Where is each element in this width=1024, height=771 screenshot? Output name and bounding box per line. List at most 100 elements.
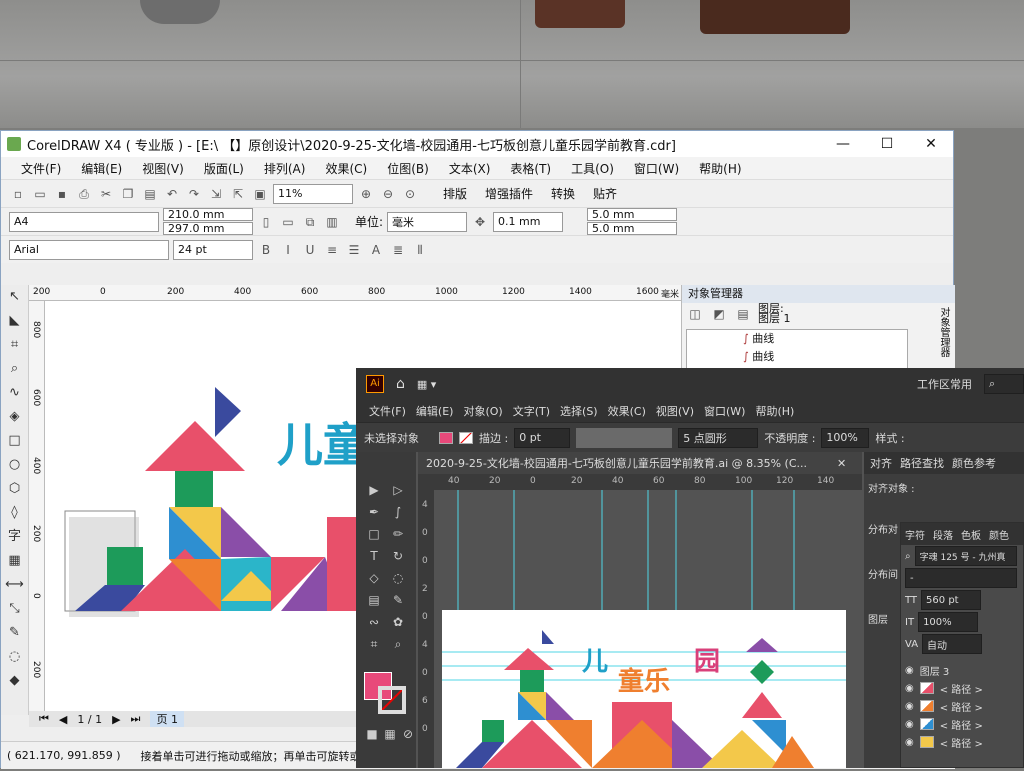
eyedropper-tool-icon[interactable]: ✎	[388, 590, 408, 610]
pick-tool-icon[interactable]: ↖	[1, 285, 28, 309]
fill-tool-icon[interactable]: ◆	[1, 669, 28, 693]
paper-size-select[interactable]: A4	[9, 211, 159, 232]
dimension-tool-icon[interactable]: ⟷	[1, 573, 28, 597]
zoom-out-icon[interactable]: ⊖	[379, 185, 397, 203]
next-page-icon[interactable]: ▶	[112, 713, 120, 726]
zoom-in-icon[interactable]: ⊕	[357, 185, 375, 203]
variable-width-profile[interactable]	[576, 427, 673, 448]
redo-icon[interactable]: ↷	[185, 185, 203, 203]
bullet-icon[interactable]: ☰	[345, 241, 363, 259]
font-family-select[interactable]: 字魂 125 号 - 九州真	[914, 546, 1017, 566]
eraser-tool-icon[interactable]: ◇	[364, 568, 384, 588]
crop-tool-icon[interactable]: ⌗	[1, 333, 28, 357]
ai-menu-file[interactable]: 文件(F)	[364, 403, 411, 419]
smart-fill-icon[interactable]: ◈	[1, 405, 28, 429]
all-pages-icon[interactable]: ⧉	[301, 213, 319, 231]
color-mode-icon[interactable]: ■	[362, 724, 382, 744]
search-icon[interactable]: ⌕	[984, 374, 1024, 394]
type-tool-icon[interactable]: T	[364, 546, 384, 566]
duplicate-x-input[interactable]: 5.0 mm	[587, 208, 678, 221]
rectangle-tool-icon[interactable]: □	[364, 524, 384, 544]
menu-arrange[interactable]: 排列(A)	[254, 160, 316, 177]
duplicate-y-input[interactable]: 5.0 mm	[587, 222, 678, 235]
tab-align[interactable]: 对齐	[870, 455, 892, 471]
portrait-icon[interactable]: ▯	[257, 213, 275, 231]
font-size-input[interactable]: 560 pt	[921, 590, 982, 610]
stroke-weight-input[interactable]: 0 pt	[514, 427, 571, 448]
zoom-tool-icon[interactable]: ⌕	[1, 357, 28, 381]
menu-effects[interactable]: 效果(C)	[315, 160, 377, 177]
zoom-fit-icon[interactable]: ⊙	[401, 185, 419, 203]
tab-color[interactable]: 颜色	[989, 527, 1009, 542]
ai-artboard[interactable]: 儿 童乐 园	[442, 610, 846, 768]
current-page-icon[interactable]: ▥	[323, 213, 341, 231]
nudge-input[interactable]: 0.1 mm	[493, 211, 564, 232]
plugin-convert-button[interactable]: 转换	[551, 185, 575, 202]
menu-tools[interactable]: 工具(O)	[561, 160, 624, 177]
lasso-tool-icon[interactable]: ◌	[388, 568, 408, 588]
tab-character[interactable]: 字符	[905, 527, 925, 542]
menu-edit[interactable]: 编辑(E)	[71, 160, 132, 177]
maximize-button[interactable]: ☐	[865, 136, 909, 152]
text-tool-icon[interactable]: 字	[1, 525, 28, 549]
layer-row[interactable]: ◉ 图层 3	[901, 661, 1023, 679]
plugin-snap-button[interactable]: 贴齐	[593, 185, 617, 202]
first-page-icon[interactable]: ⏮	[39, 712, 49, 726]
page-tab[interactable]: 页 1	[150, 711, 184, 727]
tree-item[interactable]: ∫ 曲线	[687, 348, 907, 366]
menu-file[interactable]: 文件(F)	[11, 160, 71, 177]
horizontal-text-icon[interactable]: ≣	[389, 241, 407, 259]
unit-select[interactable]: 毫米	[387, 211, 468, 232]
tab-swatches[interactable]: 色板	[961, 527, 981, 542]
cut-icon[interactable]: ✂	[97, 185, 115, 203]
direct-selection-tool-icon[interactable]: ▷	[388, 480, 408, 500]
docker-side-tab[interactable]: 对象管理器	[933, 307, 951, 357]
font-style-select[interactable]: -	[905, 568, 1017, 588]
bold-icon[interactable]: B	[257, 241, 275, 259]
fill-swatch[interactable]	[439, 431, 453, 444]
connector-tool-icon[interactable]: ⤡	[1, 597, 28, 621]
visibility-eye-icon[interactable]: ◉	[905, 665, 914, 676]
export-icon[interactable]: ⇱	[229, 185, 247, 203]
show-properties-icon[interactable]: ◫	[686, 305, 704, 323]
ai-menu-effect[interactable]: 效果(C)	[603, 403, 651, 419]
gradient-mode-icon[interactable]: ▦	[380, 724, 400, 744]
font-size-select[interactable]: 24 pt	[173, 239, 253, 260]
underline-icon[interactable]: U	[301, 241, 319, 259]
ai-menu-help[interactable]: 帮助(H)	[750, 403, 799, 419]
publish-pdf-icon[interactable]: ▣	[251, 185, 269, 203]
table-tool-icon[interactable]: ▦	[1, 549, 28, 573]
freehand-tool-icon[interactable]: ∿	[1, 381, 28, 405]
menu-bitmaps[interactable]: 位图(B)	[377, 160, 439, 177]
plugin-enhance-button[interactable]: 增强插件	[485, 185, 533, 202]
none-mode-icon[interactable]: ⊘	[398, 724, 418, 744]
visibility-eye-icon[interactable]: ◉	[905, 683, 914, 694]
tab-pathfinder[interactable]: 路径查找	[900, 455, 944, 471]
kerning-select[interactable]: 自动	[922, 634, 983, 654]
menu-help[interactable]: 帮助(H)	[689, 160, 751, 177]
pen-tool-icon[interactable]: ✒	[364, 502, 384, 522]
landscape-icon[interactable]: ▭	[279, 213, 297, 231]
rotate-tool-icon[interactable]: ↻	[388, 546, 408, 566]
artboard-tool-icon[interactable]: ⌗	[364, 634, 384, 654]
open-icon[interactable]: ▭	[31, 185, 49, 203]
visibility-eye-icon[interactable]: ◉	[905, 737, 914, 748]
undo-icon[interactable]: ↶	[163, 185, 181, 203]
rectangle-tool-icon[interactable]: □	[1, 429, 28, 453]
symbol-tool-icon[interactable]: ✿	[388, 612, 408, 632]
tree-item[interactable]: ∫ 曲线	[687, 330, 907, 348]
ai-menu-window[interactable]: 窗口(W)	[699, 403, 750, 419]
menu-view[interactable]: 视图(V)	[132, 160, 194, 177]
edit-across-layers-icon[interactable]: ◩	[710, 305, 728, 323]
ai-menu-object[interactable]: 对象(O)	[458, 403, 507, 419]
basic-shapes-icon[interactable]: ◊	[1, 501, 28, 525]
path-row[interactable]: ◉ < 路径 >	[901, 679, 1023, 697]
text-edit-icon[interactable]: A	[367, 241, 385, 259]
visibility-eye-icon[interactable]: ◉	[905, 701, 914, 712]
opacity-input[interactable]: 100%	[821, 427, 870, 448]
last-page-icon[interactable]: ⏭	[131, 712, 141, 726]
ellipse-tool-icon[interactable]: ○	[1, 453, 28, 477]
path-row[interactable]: ◉ < 路径 >	[901, 733, 1023, 751]
minimize-button[interactable]: —	[821, 136, 865, 152]
save-icon[interactable]: ▪	[53, 185, 71, 203]
